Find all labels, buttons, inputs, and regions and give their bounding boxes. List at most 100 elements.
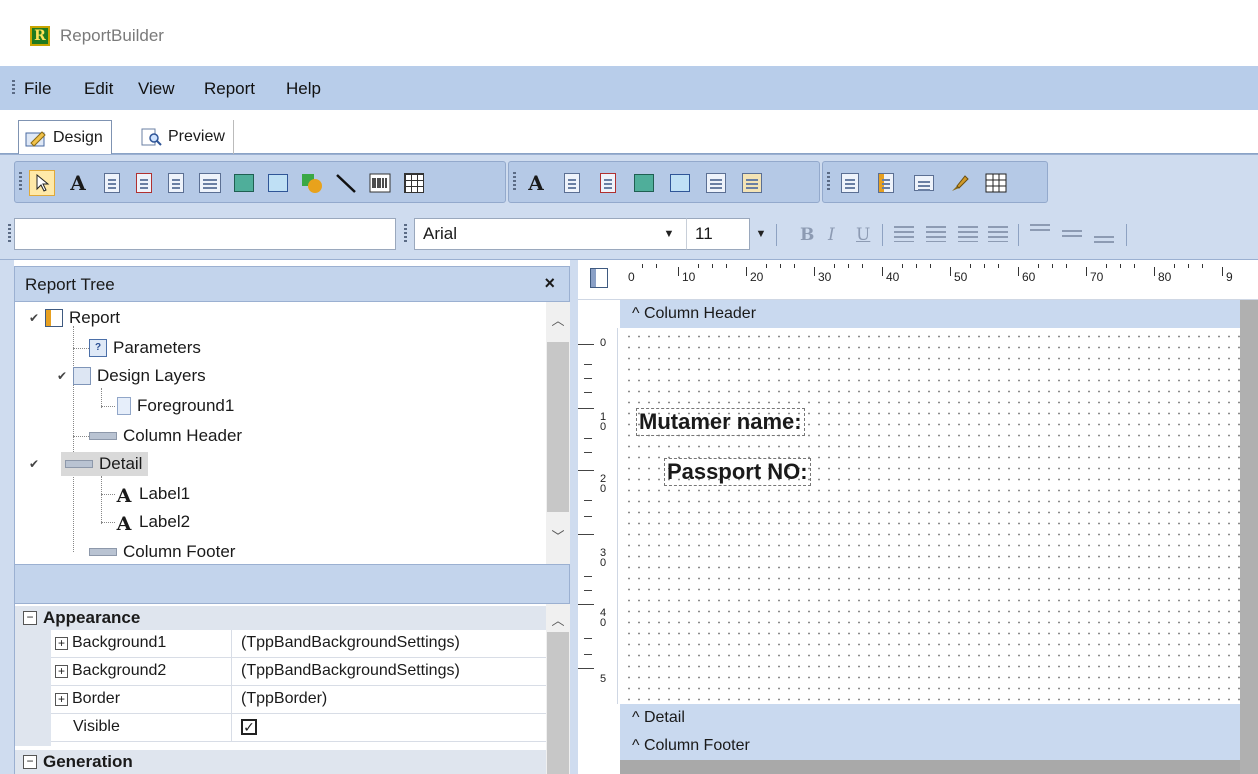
tree-node-column-footer[interactable]: Column Footer xyxy=(89,540,235,564)
valign-middle-icon[interactable] xyxy=(1062,230,1082,238)
report-label-1[interactable]: Mutamer name: xyxy=(636,408,805,436)
band-caret-icon[interactable]: ^ xyxy=(632,305,640,322)
align-left-icon[interactable] xyxy=(894,226,914,242)
scroll-up-icon[interactable]: ︿ xyxy=(546,310,570,329)
toolbar-grip-icon[interactable] xyxy=(8,224,11,244)
variable-tool-button[interactable] xyxy=(197,170,223,196)
prop-category-generation[interactable]: − Generation xyxy=(15,750,547,774)
expand-icon[interactable]: + xyxy=(55,692,68,706)
menu-report[interactable]: Report xyxy=(204,79,255,99)
font-size-dropdown-arrow-icon[interactable]: ▼ xyxy=(752,218,770,250)
tree-node-label1[interactable]: A Label1 xyxy=(115,482,190,507)
scroll-thumb[interactable] xyxy=(547,632,569,774)
sysvar-tool-button[interactable] xyxy=(163,170,189,196)
chevron-down-icon[interactable]: ✔ xyxy=(57,369,73,383)
align-justify-icon[interactable] xyxy=(988,226,1008,242)
line-tool-button[interactable] xyxy=(333,170,359,196)
bold-button[interactable]: B xyxy=(800,225,814,245)
design-vertical-scrollbar[interactable] xyxy=(1240,300,1258,774)
menu-edit[interactable]: Edit xyxy=(84,79,113,99)
prop-value[interactable]: (TppBandBackgroundSettings) xyxy=(241,634,460,652)
underline-button[interactable]: U xyxy=(856,225,870,245)
shape-tool-button[interactable] xyxy=(299,170,325,196)
toolbar-grip-icon[interactable] xyxy=(19,172,22,192)
report-label-2[interactable]: Passport NO: xyxy=(664,458,811,486)
dbimage-tool-button[interactable] xyxy=(667,170,693,196)
paint-tool-button[interactable] xyxy=(947,170,973,196)
prop-row-border[interactable]: + Border (TppBorder) xyxy=(51,686,547,714)
2dbarcode-tool-button[interactable] xyxy=(401,170,427,196)
scroll-up-icon[interactable]: ︿ xyxy=(546,610,570,629)
valign-top-icon[interactable] xyxy=(1030,224,1050,232)
valign-bottom-icon[interactable] xyxy=(1094,236,1114,244)
menu-view[interactable]: View xyxy=(138,79,175,99)
close-icon[interactable]: × xyxy=(544,273,555,294)
tree-node-report[interactable]: ✔ Report xyxy=(29,306,120,330)
select-pointer-button[interactable] xyxy=(29,170,55,196)
prop-row-background1[interactable]: + Background1 (TppBandBackgroundSettings) xyxy=(51,630,547,658)
toolbar-grip-icon[interactable] xyxy=(513,172,516,192)
subreport-tool-button[interactable] xyxy=(873,170,899,196)
prop-value[interactable]: (TppBandBackgroundSettings) xyxy=(241,662,460,680)
visible-checkbox[interactable]: ✓ xyxy=(241,719,257,735)
font-size-combo[interactable]: 11 xyxy=(686,218,750,250)
band-column-footer[interactable]: ^ Column Footer xyxy=(620,732,1240,760)
calc-tool-button[interactable] xyxy=(231,170,257,196)
align-center-icon[interactable] xyxy=(926,226,946,242)
menu-help[interactable]: Help xyxy=(286,79,321,99)
style-combo[interactable] xyxy=(14,218,396,250)
collapse-icon[interactable]: − xyxy=(23,755,37,769)
tab-preview[interactable]: Preview xyxy=(136,120,234,154)
toolbar-grip-icon[interactable] xyxy=(404,224,407,244)
dbtext-tool-button[interactable]: A xyxy=(523,170,549,196)
prop-row-visible[interactable]: Visible ✓ xyxy=(51,714,547,742)
scroll-thumb[interactable] xyxy=(547,342,569,512)
tree-node-detail[interactable]: ✔ Detail xyxy=(29,452,149,476)
dbcalc-tool-button[interactable] xyxy=(631,170,657,196)
prop-row-background2[interactable]: + Background2 (TppBandBackgroundSettings) xyxy=(51,658,547,686)
expand-icon[interactable]: + xyxy=(55,664,68,678)
font-name-dropdown-arrow-icon[interactable]: ▼ xyxy=(660,218,678,250)
barcode-tool-button[interactable] xyxy=(367,170,393,196)
italic-button[interactable]: I xyxy=(828,225,835,245)
tree-node-foreground1[interactable]: Foreground1 xyxy=(117,394,234,418)
design-canvas[interactable]: Mutamer name: Passport NO: xyxy=(620,328,1240,704)
dbbarcode-tool-button[interactable] xyxy=(703,170,729,196)
ruler-units-icon[interactable] xyxy=(590,268,608,288)
align-right-icon[interactable] xyxy=(958,226,978,242)
tree-node-parameters[interactable]: ? Parameters xyxy=(89,336,201,360)
prop-category-appearance[interactable]: − Appearance xyxy=(15,606,547,630)
image-tool-button[interactable] xyxy=(265,170,291,196)
pagebreak-tool-button[interactable] xyxy=(911,170,937,196)
chevron-down-icon[interactable]: ✔ xyxy=(29,457,45,471)
vruler-tick xyxy=(584,516,592,517)
crosstab-tool-button[interactable] xyxy=(983,170,1009,196)
memo-tool-button[interactable] xyxy=(99,170,125,196)
band-detail[interactable]: ^ Detail xyxy=(620,704,1240,732)
tree-node-design-layers[interactable]: ✔ Design Layers xyxy=(57,364,206,388)
dbrichtext-tool-button[interactable] xyxy=(595,170,621,196)
prop-value[interactable]: (TppBorder) xyxy=(241,690,327,708)
tree-node-label2[interactable]: A Label2 xyxy=(115,510,190,535)
label-tool-button[interactable]: A xyxy=(65,170,91,196)
band-caret-icon[interactable]: ^ xyxy=(632,737,640,754)
toolbar-grip-icon[interactable] xyxy=(827,172,830,192)
tab-design[interactable]: Design xyxy=(18,120,112,154)
scroll-down-icon[interactable]: ﹀ xyxy=(546,526,570,545)
band-column-header[interactable]: ^ Column Header xyxy=(620,300,1240,328)
report-tree-scrollbar[interactable]: ︿ ﹀ xyxy=(546,302,570,564)
richtext-tool-button[interactable] xyxy=(131,170,157,196)
chevron-down-icon[interactable]: ✔ xyxy=(29,311,45,325)
band-caret-icon[interactable]: ^ xyxy=(632,709,640,726)
expand-icon[interactable]: + xyxy=(55,636,68,650)
db2dbarcode-tool-button[interactable] xyxy=(739,170,765,196)
menu-grip-icon[interactable] xyxy=(12,80,15,96)
collapse-icon[interactable]: − xyxy=(23,611,37,625)
panel-splitter[interactable] xyxy=(570,260,578,774)
dbmemo-tool-button[interactable] xyxy=(559,170,585,196)
font-name-combo[interactable]: Arial xyxy=(414,218,686,250)
property-grid-scrollbar[interactable]: ︿ xyxy=(546,604,570,774)
region-tool-button[interactable] xyxy=(837,170,863,196)
tree-node-column-header[interactable]: Column Header xyxy=(89,424,242,448)
menu-file[interactable]: File xyxy=(24,79,51,99)
